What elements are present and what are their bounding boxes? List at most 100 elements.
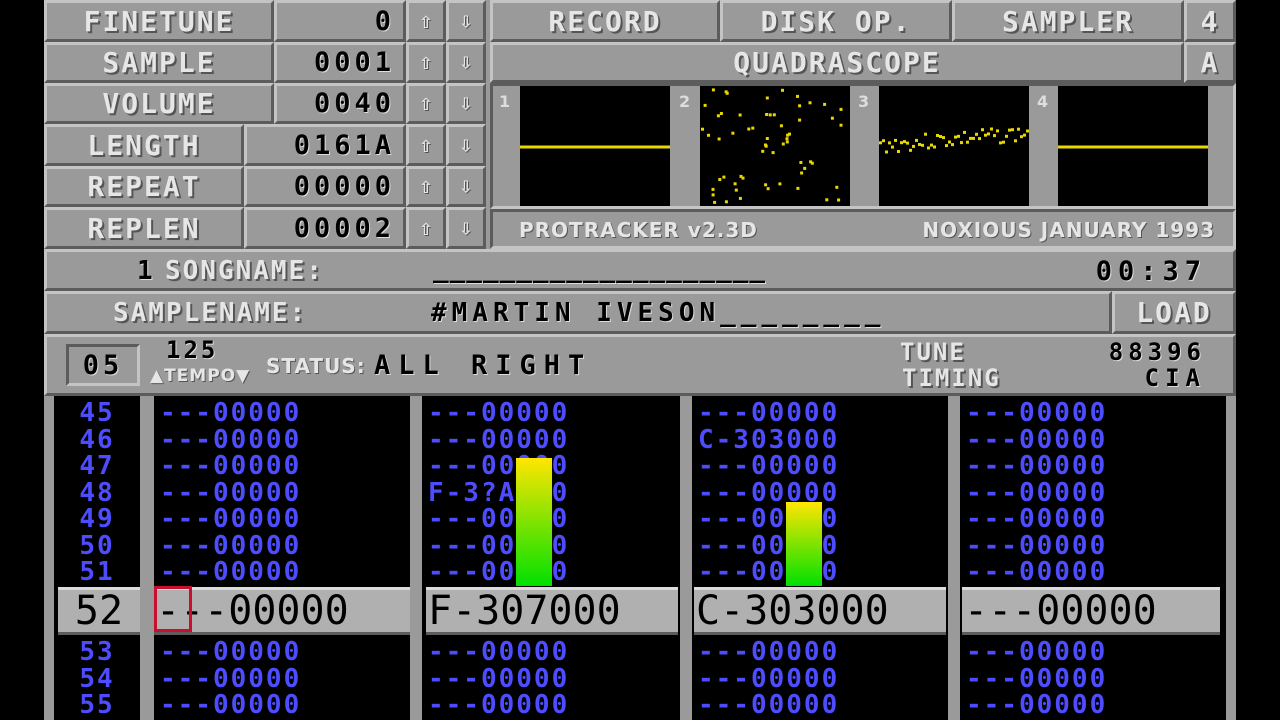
- pattern-cell[interactable]: ---00000: [422, 639, 680, 665]
- scope-sample-dot: [900, 141, 903, 145]
- finetune-label: FINETUNE: [44, 0, 274, 42]
- replen-label: REPLEN: [44, 207, 244, 249]
- scope-sample-dot: [903, 140, 906, 144]
- scope-sample-dot: [711, 88, 715, 92]
- scope-sample-dot: [717, 137, 721, 141]
- pattern-cell[interactable]: ---00000: [422, 400, 680, 426]
- finetune-up-button[interactable]: ⇧: [406, 0, 446, 42]
- sample-label: SAMPLE: [44, 42, 274, 83]
- load-button[interactable]: LOAD: [1112, 291, 1236, 334]
- pattern-cell[interactable]: ---00000: [422, 692, 680, 718]
- scope-sample-dot: [719, 112, 723, 115]
- pattern-cell[interactable]: ---00000: [960, 453, 1226, 479]
- volume-label: VOLUME: [44, 83, 274, 124]
- channel-1[interactable]: ---00000 ---00000 ---00000 ---00000 ---00000…: [154, 396, 410, 720]
- song-timer: 00:37: [1095, 256, 1207, 287]
- pattern-cell[interactable]: ---00000: [154, 533, 410, 559]
- current-row-ch3[interactable]: C-303000: [694, 587, 946, 635]
- scope-2-display: [700, 86, 850, 206]
- pattern-cell[interactable]: ---00000: [154, 427, 410, 453]
- scope-sample-dot: [930, 143, 933, 147]
- pattern-cell[interactable]: ---00000: [154, 480, 410, 506]
- scope-sample-dot: [882, 139, 885, 143]
- pattern-cell[interactable]: ---00000: [154, 692, 410, 718]
- pattern-cell[interactable]: ---00000: [960, 427, 1226, 453]
- pattern-cell[interactable]: ---00000: [154, 400, 410, 426]
- scope-sample-dot: [933, 145, 936, 149]
- samplename-field[interactable]: #MARTIN IVESON________: [431, 298, 885, 328]
- current-row-ch2[interactable]: F-307000: [426, 587, 678, 635]
- sample-up-button[interactable]: ⇧: [406, 42, 446, 83]
- pattern-editor[interactable]: 45 46 47 48 49 50 51 53 54 55 ---00000 ---00000 ---…: [44, 396, 1236, 720]
- pattern-cell[interactable]: ---00000: [692, 400, 948, 426]
- edit-cursor[interactable]: [154, 586, 192, 632]
- length-down-button[interactable]: ⇩: [446, 124, 486, 166]
- repeat-up-button[interactable]: ⇧: [406, 166, 446, 207]
- channel-count-button[interactable]: 4: [1184, 0, 1236, 42]
- row-number: 48: [79, 477, 115, 508]
- pattern-cell[interactable]: ---00000: [960, 639, 1226, 665]
- row-number: 49: [79, 504, 115, 534]
- scope-sample-dot: [772, 113, 776, 117]
- tempo-control[interactable]: ▲TEMPO▼: [150, 366, 250, 386]
- pattern-cell[interactable]: ---00000: [960, 559, 1226, 585]
- channel-2[interactable]: ---00000 ---00000 ---00000 F-3?A000 ---00000…: [422, 396, 680, 720]
- scope-sample-dot: [999, 141, 1002, 145]
- length-value: 0161A: [244, 124, 406, 166]
- channel-3[interactable]: ---00000 C-303000 ---00000 ---00000 ---00000…: [692, 396, 948, 720]
- scope-sample-dot: [972, 136, 975, 140]
- pattern-cell[interactable]: ---00000: [154, 666, 410, 692]
- scope-mode-button[interactable]: A: [1184, 42, 1236, 83]
- sample-down-button[interactable]: ⇩: [446, 42, 486, 83]
- pattern-cell[interactable]: ---00000: [154, 639, 410, 665]
- pattern-cell[interactable]: ---00000: [154, 453, 410, 479]
- pattern-cell[interactable]: ---00000: [692, 639, 948, 665]
- pattern-cell[interactable]: ---00000: [154, 559, 410, 585]
- scope-sample-dot: [785, 137, 789, 141]
- scope-sample-dot: [781, 88, 784, 92]
- volume-up-button[interactable]: ⇧: [406, 83, 446, 124]
- pattern-cell[interactable]: ---00000: [154, 506, 410, 532]
- scope-sample-dot: [996, 129, 999, 133]
- replen-down-button[interactable]: ⇩: [446, 207, 486, 249]
- scope-sample-dot: [1011, 128, 1014, 132]
- sampler-button[interactable]: SAMPLER: [952, 0, 1184, 42]
- scope-sample-dot: [724, 90, 728, 94]
- pattern-cell[interactable]: ---00000: [692, 692, 948, 718]
- volume-down-button[interactable]: ⇩: [446, 83, 486, 124]
- pattern-cell[interactable]: ---00000: [960, 692, 1226, 718]
- timing-value[interactable]: CIA: [1145, 364, 1206, 392]
- scope-sample-dot: [738, 196, 742, 200]
- scope-sample-dot: [969, 136, 972, 140]
- scope-sample-dot: [987, 132, 990, 136]
- pattern-cell[interactable]: ---00000: [960, 533, 1226, 559]
- scope-sample-dot: [894, 138, 897, 142]
- finetune-down-button[interactable]: ⇩: [446, 0, 486, 42]
- repeat-down-button[interactable]: ⇩: [446, 166, 486, 207]
- pattern-cell[interactable]: ---00000: [960, 480, 1226, 506]
- pattern-cell[interactable]: ---00000: [692, 666, 948, 692]
- disk-op-button[interactable]: DISK OP.: [720, 0, 952, 42]
- pattern-cell[interactable]: ---00000: [960, 400, 1226, 426]
- pattern-cell[interactable]: ---00000: [960, 506, 1226, 532]
- current-row-ch1[interactable]: ---00000: [154, 587, 410, 635]
- pattern-cell[interactable]: ---00000: [422, 427, 680, 453]
- replen-up-button[interactable]: ⇧: [406, 207, 446, 249]
- scope-sample-dot: [722, 175, 726, 179]
- scope-sample-dot: [1017, 127, 1020, 131]
- songname-field[interactable]: ____________________: [433, 254, 766, 284]
- status-text: ALL RIGHT: [374, 350, 593, 381]
- record-button[interactable]: RECORD: [490, 0, 720, 42]
- pattern-cell[interactable]: ---00000: [422, 666, 680, 692]
- quadrascope-button[interactable]: QUADRASCOPE: [490, 42, 1184, 83]
- scope-sample-dot: [981, 128, 984, 132]
- channel-4[interactable]: ---00000 ---00000 ---00000 ---00000 ---00000…: [960, 396, 1226, 720]
- pattern-cell[interactable]: ---00000: [692, 453, 948, 479]
- pattern-cell[interactable]: ---00000: [960, 666, 1226, 692]
- current-row-ch4[interactable]: ---00000: [962, 587, 1220, 635]
- scope-sample-dot: [1026, 129, 1029, 133]
- protracker-screen: FINETUNE 0 ⇧ ⇩ SAMPLE 0001 ⇧ ⇩ VOLUME 00…: [44, 0, 1236, 720]
- scope-3-label: 3: [858, 92, 870, 111]
- length-up-button[interactable]: ⇧: [406, 124, 446, 166]
- pattern-cell[interactable]: C-303000: [692, 427, 948, 453]
